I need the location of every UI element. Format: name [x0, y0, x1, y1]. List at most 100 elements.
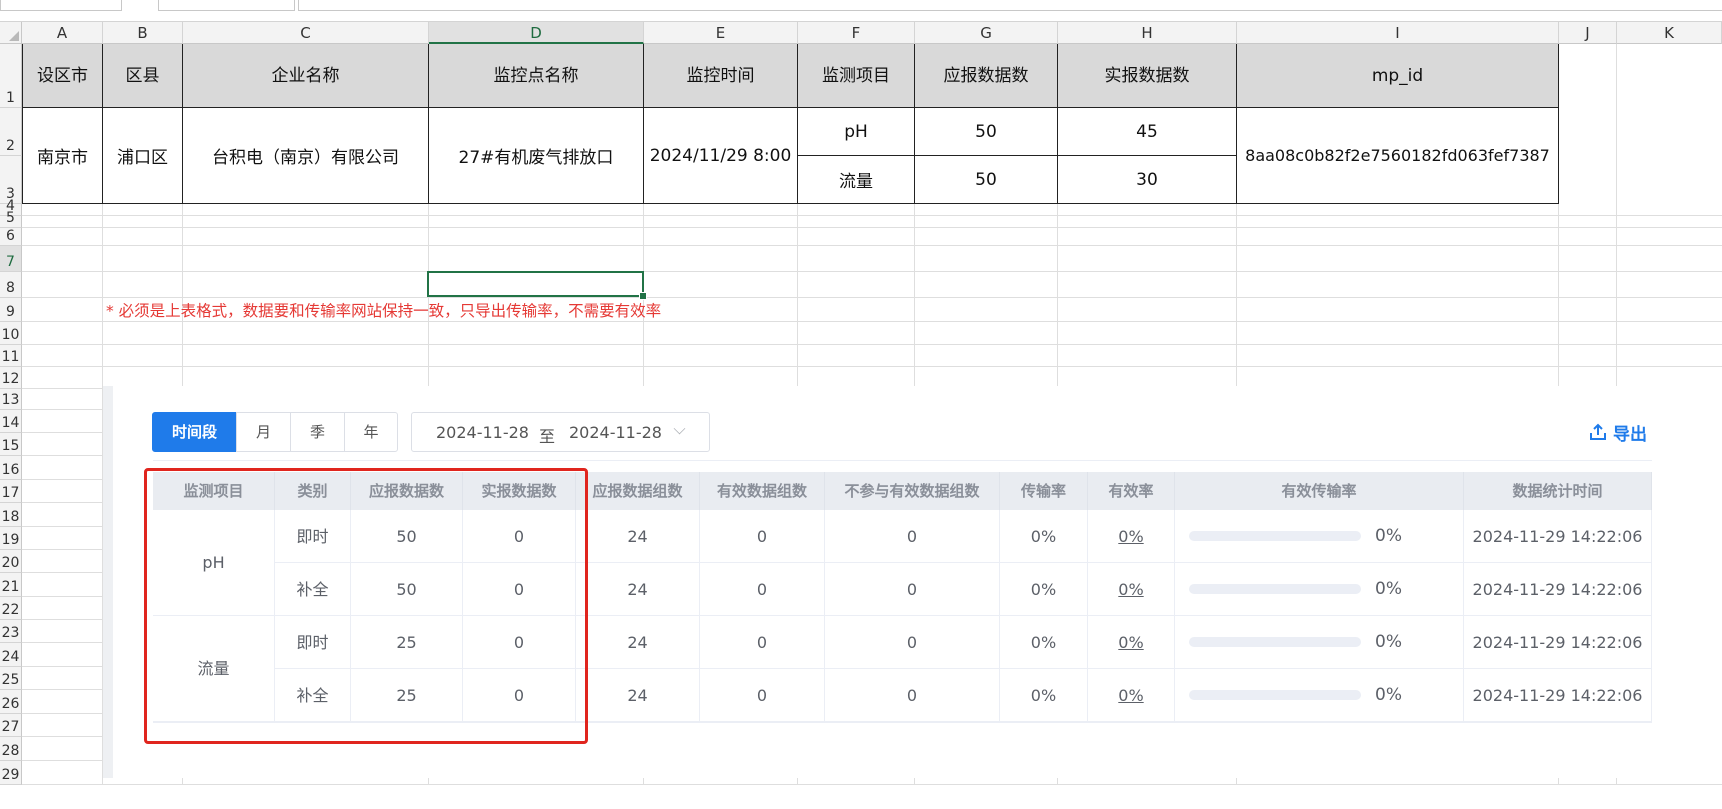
valid-rate-link[interactable]: 0% — [1088, 510, 1175, 563]
row-header-22[interactable]: 22 — [0, 597, 22, 620]
row-header-12[interactable]: 12 — [0, 367, 22, 389]
header-cell[interactable]: 监控时间 — [644, 44, 798, 108]
column-header-f[interactable]: F — [798, 22, 915, 44]
table-header-cell[interactable]: 不参与有效数据组数 — [825, 472, 1000, 510]
column-header-d[interactable]: D — [429, 22, 644, 44]
cell-valid-transfer-rate[interactable]: 0% — [1175, 616, 1464, 669]
cell-city[interactable]: 南京市 — [22, 108, 103, 204]
select-all-button[interactable] — [0, 22, 22, 44]
valid-rate-link[interactable]: 0% — [1088, 563, 1175, 616]
row-header-26[interactable]: 26 — [0, 690, 22, 714]
cell-monitor-time[interactable]: 2024/11/29 8:00 — [644, 108, 798, 204]
cell-transfer-rate[interactable]: 0% — [1000, 563, 1088, 616]
row-header-18[interactable]: 18 — [0, 503, 22, 527]
column-header-b[interactable]: B — [103, 22, 183, 44]
column-header-c[interactable]: C — [183, 22, 429, 44]
row-header-3[interactable]: 3 — [0, 156, 22, 204]
row-header-14[interactable]: 14 — [0, 410, 22, 433]
cell-excluded-groups[interactable]: 0 — [825, 669, 1000, 722]
cell-item[interactable]: pH — [798, 108, 915, 156]
column-header-a[interactable]: A — [22, 22, 103, 44]
row-header-9[interactable]: 9 — [0, 298, 22, 322]
row-header-24[interactable]: 24 — [0, 643, 22, 667]
row-header-19[interactable]: 19 — [0, 527, 22, 550]
column-header-h[interactable]: H — [1058, 22, 1237, 44]
date-start[interactable]: 2024-11-28 — [436, 423, 529, 442]
header-cell[interactable]: 监控点名称 — [429, 44, 644, 108]
table-header-cell[interactable]: 有效数据组数 — [700, 472, 825, 510]
row-header-6[interactable]: 6 — [0, 228, 22, 246]
row-header-10[interactable]: 10 — [0, 322, 22, 345]
cell-item[interactable]: 流量 — [798, 156, 915, 204]
cell-exp-groups[interactable]: 24 — [576, 616, 700, 669]
table-header-cell[interactable]: 有效传输率 — [1175, 472, 1464, 510]
cell-stat-time[interactable]: 2024-11-29 14:22:06 — [1464, 616, 1652, 669]
valid-rate-link[interactable]: 0% — [1088, 616, 1175, 669]
name-box[interactable] — [0, 0, 122, 11]
row-header-28[interactable]: 28 — [0, 737, 22, 761]
cell-actual[interactable]: 30 — [1058, 156, 1237, 204]
column-header-k[interactable]: K — [1617, 22, 1722, 44]
active-cell-selection[interactable] — [427, 271, 647, 300]
column-header-e[interactable]: E — [644, 22, 798, 44]
header-cell[interactable]: 设区市 — [22, 44, 103, 108]
row-header-2[interactable]: 2 — [0, 108, 22, 156]
header-cell[interactable]: mp_id — [1237, 44, 1559, 108]
row-header-21[interactable]: 21 — [0, 573, 22, 597]
row-header-25[interactable]: 25 — [0, 667, 22, 690]
header-cell[interactable]: 监测项目 — [798, 44, 915, 108]
column-header-i[interactable]: I — [1237, 22, 1559, 44]
tab-time-range[interactable]: 时间段 — [152, 412, 237, 452]
header-cell[interactable]: 企业名称 — [183, 44, 429, 108]
cell-valid-transfer-rate[interactable]: 0% — [1175, 563, 1464, 616]
row-header-17[interactable]: 17 — [0, 480, 22, 503]
cell-excluded-groups[interactable]: 0 — [825, 510, 1000, 563]
table-header-cell[interactable]: 有效率 — [1088, 472, 1175, 510]
cell-valid-groups[interactable]: 0 — [700, 563, 825, 616]
cell-actual[interactable]: 45 — [1058, 108, 1237, 156]
cell-valid-transfer-rate[interactable]: 0% — [1175, 510, 1464, 563]
date-end[interactable]: 2024-11-28 — [569, 423, 662, 442]
table-header-cell[interactable]: 应报数据组数 — [576, 472, 700, 510]
row-header-16[interactable]: 16 — [0, 456, 22, 480]
row-header-13[interactable]: 13 — [0, 389, 22, 410]
cell-company[interactable]: 台积电（南京）有限公司 — [183, 108, 429, 204]
row-header-15[interactable]: 15 — [0, 433, 22, 456]
cell-expected[interactable]: 50 — [915, 156, 1058, 204]
row-header-11[interactable]: 11 — [0, 345, 22, 367]
cell-monitor-point[interactable]: 27#有机废气排放口 — [429, 108, 644, 204]
row-header-23[interactable]: 23 — [0, 620, 22, 643]
cell-valid-groups[interactable]: 0 — [700, 510, 825, 563]
cell-stat-time[interactable]: 2024-11-29 14:22:06 — [1464, 563, 1652, 616]
cell-district[interactable]: 浦口区 — [103, 108, 183, 204]
table-header-cell[interactable]: 传输率 — [1000, 472, 1088, 510]
cell-exp-groups[interactable]: 24 — [576, 669, 700, 722]
cell-stat-time[interactable]: 2024-11-29 14:22:06 — [1464, 669, 1652, 722]
cell-transfer-rate[interactable]: 0% — [1000, 669, 1088, 722]
row-header-8[interactable]: 8 — [0, 272, 22, 298]
row-header-29[interactable]: 29 — [0, 761, 22, 785]
cell-excluded-groups[interactable]: 0 — [825, 616, 1000, 669]
header-cell[interactable]: 应报数据数 — [915, 44, 1058, 108]
cell-transfer-rate[interactable]: 0% — [1000, 510, 1088, 563]
row-header-7[interactable]: 7 — [0, 246, 22, 272]
tab-year[interactable]: 年 — [344, 412, 398, 452]
tab-quarter[interactable]: 季 — [290, 412, 345, 452]
cell-stat-time[interactable]: 2024-11-29 14:22:06 — [1464, 510, 1652, 563]
export-button[interactable]: 导出 — [1589, 418, 1647, 446]
formula-buttons[interactable] — [158, 0, 295, 11]
column-header-j[interactable]: J — [1559, 22, 1617, 44]
row-header-20[interactable]: 20 — [0, 550, 22, 573]
row-header-5[interactable]: 5 — [0, 210, 22, 228]
cell-valid-groups[interactable]: 0 — [700, 669, 825, 722]
header-cell[interactable]: 实报数据数 — [1058, 44, 1237, 108]
cell-transfer-rate[interactable]: 0% — [1000, 616, 1088, 669]
cell-valid-groups[interactable]: 0 — [700, 616, 825, 669]
table-header-cell[interactable]: 数据统计时间 — [1464, 472, 1652, 510]
header-cell[interactable]: 区县 — [103, 44, 183, 108]
cell-mp-id[interactable]: 8aa08c0b82f2e7560182fd063fef7387 — [1237, 108, 1559, 204]
date-range-picker[interactable]: 2024-11-28 至 2024-11-28 — [411, 412, 710, 452]
formula-input[interactable] — [298, 0, 1722, 11]
valid-rate-link[interactable]: 0% — [1088, 669, 1175, 722]
cell-exp-groups[interactable]: 24 — [576, 563, 700, 616]
